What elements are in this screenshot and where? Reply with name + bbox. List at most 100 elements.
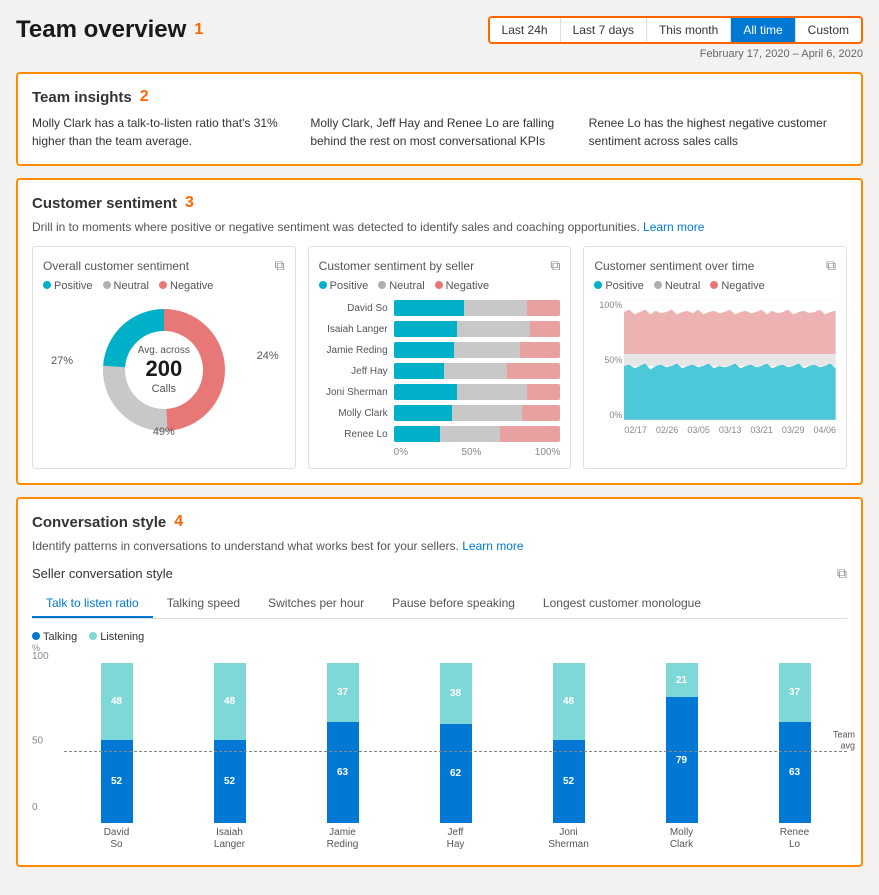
seller-bar-row: Renee Lo [319,426,561,442]
bar-negative [507,363,560,379]
insights-grid: Molly Clark has a talk-to-listen ratio t… [32,114,847,150]
filter-custom[interactable]: Custom [796,18,861,42]
seller-bar-name: Isaiah Langer [319,324,394,335]
bar-talking-seg: 62 [440,724,472,823]
seller-bar-row: David So [319,300,561,316]
seller-bar-row: Isaiah Langer [319,321,561,337]
seller-bar-row: Jamie Reding [319,342,561,358]
filter-last7days[interactable]: Last 7 days [561,18,647,42]
bar-group: 48 52 DavidSo [64,663,169,851]
conv-tab-1[interactable]: Talking speed [153,590,254,618]
bar-listening-seg: 21 [666,663,698,697]
bar-neutral [457,321,530,337]
seller-bar-bg [394,300,561,316]
sentiment-desc: Drill in to moments where positive or ne… [32,220,847,234]
conv-num: 4 [174,513,183,531]
seller-bar-bg [394,405,561,421]
seller-bars: David So Isaiah Langer Jamie Reding Jeff… [319,300,561,442]
bar-positive [394,405,452,421]
bar-stack: 48 52 [550,663,588,823]
bar-stack: 21 79 [663,663,701,823]
bar-seller-label: JoniSherman [548,827,589,851]
seller-axis-labels: 0%50%100% [319,447,561,458]
conv-tab-3[interactable]: Pause before speaking [378,590,529,618]
bar-neutral [457,384,527,400]
team-avg-line [64,751,847,752]
time-filter-group: Last 24h Last 7 days This month All time… [488,16,863,44]
seller-bar-bg [394,384,561,400]
bar-stack: 48 52 [98,663,136,823]
bar-positive [394,426,441,442]
conv-tab-0[interactable]: Talk to listen ratio [32,590,153,618]
overtime-y-axis: 100%50%0% [594,300,624,420]
team-insights-title: Team insights 2 [32,88,847,106]
filter-alltime[interactable]: All time [731,18,795,42]
seller-bar-name: Jamie Reding [319,345,394,356]
insight-item-2: Renee Lo has the highest negative custom… [589,114,847,150]
overall-sentiment-panel: Overall customer sentiment ⧉ Positive Ne… [32,246,296,469]
page-title: Team overview [16,16,186,44]
bar-chart: % 100500 48 52 DavidSo 48 52 IsaiahLange… [32,651,847,851]
seller-bar-row: Joni Sherman [319,384,561,400]
bar-neutral [454,342,521,358]
seller-bar-name: Molly Clark [319,408,394,419]
overtime-copy-icon[interactable]: ⧉ [826,257,836,274]
bar-seller-label: DavidSo [104,827,130,851]
bar-group: 38 62 JeffHay [403,663,508,851]
conv-tabs: Talk to listen ratio Talking speed Switc… [32,590,847,619]
bar-negative [520,342,560,358]
conv-panel-title: Seller conversation style [32,566,173,581]
overtime-svg [624,300,836,420]
team-insights-section: Team insights 2 Molly Clark has a talk-t… [16,72,863,166]
seller-bar-name: Renee Lo [319,429,394,440]
seller-bar-bg [394,342,561,358]
bar-stack: 37 63 [324,663,362,823]
conv-panel-header: Seller conversation style ⧉ [32,565,847,582]
bar-listening-seg: 48 [553,663,585,740]
conversation-style-section: Conversation style 4 Identify patterns i… [16,497,863,867]
seller-bar-row: Jeff Hay [319,363,561,379]
bar-negative [530,321,560,337]
bar-talking-seg: 52 [553,740,585,823]
bar-negative [522,405,560,421]
team-avg-label: Teamavg [833,729,855,751]
insight-item-0: Molly Clark has a talk-to-listen ratio t… [32,114,290,150]
bar-seller-label: ReneeLo [780,827,809,851]
bar-listening-seg: 37 [327,663,359,722]
bar-chart-legend: Talking Listening [32,631,847,643]
conv-tab-2[interactable]: Switches per hour [254,590,378,618]
conv-learn-more[interactable]: Learn more [462,539,523,553]
seller-bar-name: Jeff Hay [319,366,394,377]
filter-last24h[interactable]: Last 24h [490,18,561,42]
customer-sentiment-section: Customer sentiment 3 Drill in to moments… [16,178,863,485]
seller-bar-chart: 48 52 DavidSo 48 52 IsaiahLanger 37 63 J… [64,671,847,851]
negative-pct: 49% [153,426,175,438]
overall-legend: Positive Neutral Negative [43,280,285,292]
bar-listening-seg: 38 [440,663,472,724]
seller-bar-bg [394,321,561,337]
overall-sentiment-title: Overall customer sentiment ⧉ [43,257,285,274]
bar-talking-seg: 63 [779,722,811,823]
insight-item-1: Molly Clark, Jeff Hay and Renee Lo are f… [310,114,568,150]
bar-positive [394,363,444,379]
bar-group: 37 63 ReneeLo [742,663,847,851]
conv-copy-icon[interactable]: ⧉ [837,565,847,582]
header-right: Last 24h Last 7 days This month All time… [488,16,863,60]
bar-stack: 38 62 [437,663,475,823]
sentiment-learn-more[interactable]: Learn more [643,220,704,234]
conv-tab-4[interactable]: Longest customer monologue [529,590,715,618]
sentiment-num: 3 [185,194,194,212]
bar-negative [527,384,560,400]
seller-sentiment-panel: Customer sentiment by seller ⧉ Positive … [308,246,572,469]
overall-copy-icon[interactable]: ⧉ [275,257,285,274]
positive-pct: 24% [257,350,279,362]
overtime-svg-container: 02/1702/2603/0503/1303/2103/2904/06 [624,300,836,435]
seller-copy-icon[interactable]: ⧉ [550,257,560,274]
conv-style-desc: Identify patterns in conversations to un… [32,539,847,553]
filter-thismonth[interactable]: This month [647,18,731,42]
donut-center: Avg. across 200 Calls [138,345,190,394]
bar-positive [394,321,457,337]
bar-listening-seg: 37 [779,663,811,722]
bar-seller-label: JeffHay [447,827,465,851]
sentiment-charts-grid: Overall customer sentiment ⧉ Positive Ne… [32,246,847,469]
